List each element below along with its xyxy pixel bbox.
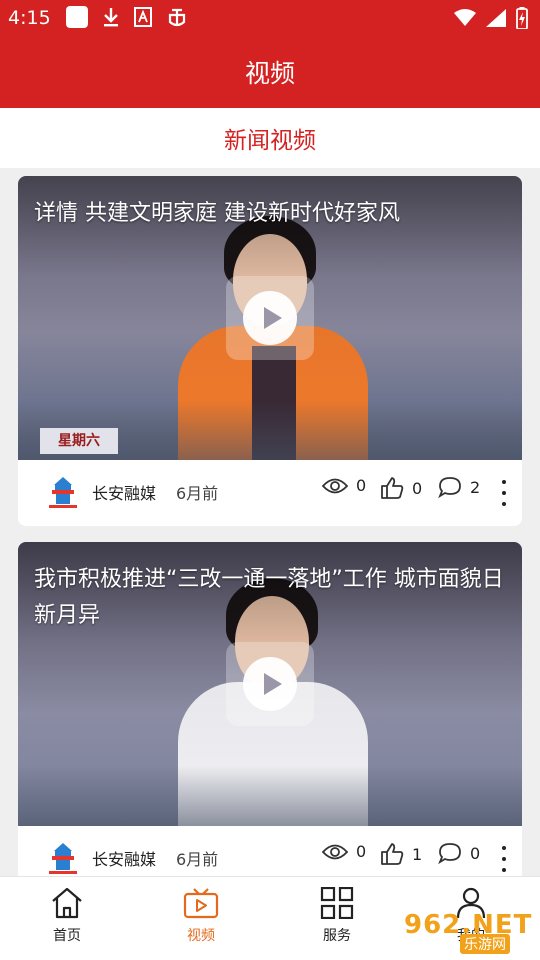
video-thumbnail[interactable]: 我市积极推进“三改一通一落地”工作 城市面貌日新月异 <box>18 542 522 826</box>
eye-icon <box>322 478 348 493</box>
video-card[interactable]: 我市积极推进“三改一通一落地”工作 城市面貌日新月异 长安融媒 6月前 0 1 … <box>18 542 522 892</box>
source-name: 长安融媒 <box>92 850 157 869</box>
download-icon <box>104 8 118 27</box>
comment-icon <box>438 477 461 498</box>
comments-count: 2 <box>470 477 481 497</box>
like-button[interactable]: 1 <box>380 842 422 866</box>
publish-time: 6月前 <box>176 850 219 869</box>
likes-count: 1 <box>412 844 423 864</box>
more-options-icon[interactable] <box>496 480 512 506</box>
play-button[interactable] <box>226 642 314 726</box>
play-button[interactable] <box>226 276 314 360</box>
comment-button[interactable]: 2 <box>438 476 480 498</box>
status-time: 4:15 <box>8 7 51 29</box>
nav-item-video[interactable]: 视频 <box>156 887 246 957</box>
like-button[interactable]: 0 <box>380 476 422 500</box>
source-logo-icon <box>49 477 77 508</box>
watermark-logo: 962.NET 乐游网 <box>404 908 534 954</box>
thumbs-up-icon <box>381 477 404 499</box>
nav-label-service: 服务 <box>323 928 351 944</box>
source-name: 长安融媒 <box>92 484 157 503</box>
bug-icon <box>168 8 186 27</box>
nav-label-video: 视频 <box>187 928 215 944</box>
app-header: 视频 <box>0 36 540 108</box>
wifi-icon <box>454 9 476 26</box>
section-header: 新闻视频 <box>0 108 540 168</box>
section-title: 新闻视频 <box>224 128 316 154</box>
date-tag: 星期六 <box>40 428 118 454</box>
font-icon <box>134 7 152 27</box>
video-thumbnail[interactable]: 星期六 详情 共建文明家庭 建设新时代好家风 <box>18 176 522 460</box>
tv-play-icon <box>183 888 219 919</box>
source-logo-icon <box>49 843 77 874</box>
comments-count: 0 <box>470 843 481 863</box>
more-options-icon[interactable] <box>496 846 512 872</box>
likes-count: 0 <box>412 478 423 498</box>
eye-icon <box>322 844 348 859</box>
play-icon <box>243 291 297 345</box>
watermark-subtext: 乐游网 <box>460 934 510 954</box>
views-stat: 0 <box>322 842 366 861</box>
comment-button[interactable]: 0 <box>438 842 480 864</box>
video-title: 详情 共建文明家庭 建设新时代好家风 <box>34 201 400 226</box>
video-meta: 长安融媒 6月前 0 0 2 <box>18 460 522 526</box>
status-bar: 4:15 <box>0 0 540 36</box>
nav-item-service[interactable]: 服务 <box>292 887 382 957</box>
comment-icon <box>438 843 461 864</box>
publish-time: 6月前 <box>176 484 219 503</box>
app-square-icon <box>66 6 88 28</box>
signal-icon <box>486 9 506 27</box>
views-stat: 0 <box>322 476 366 495</box>
home-icon <box>52 887 82 919</box>
thumbs-up-icon <box>381 843 404 865</box>
grid-icon <box>320 887 354 919</box>
battery-icon <box>516 7 528 29</box>
nav-label-home: 首页 <box>53 928 81 944</box>
views-count: 0 <box>356 842 367 861</box>
page-title: 视频 <box>244 59 295 88</box>
video-card[interactable]: 星期六 详情 共建文明家庭 建设新时代好家风 长安融媒 6月前 0 0 2 <box>18 176 522 526</box>
video-title: 我市积极推进“三改一通一落地”工作 城市面貌日新月异 <box>34 567 504 628</box>
nav-item-home[interactable]: 首页 <box>22 887 112 957</box>
play-icon <box>243 657 297 711</box>
views-count: 0 <box>356 476 367 495</box>
status-system-icons <box>454 7 528 29</box>
status-notification-icons <box>66 6 188 28</box>
